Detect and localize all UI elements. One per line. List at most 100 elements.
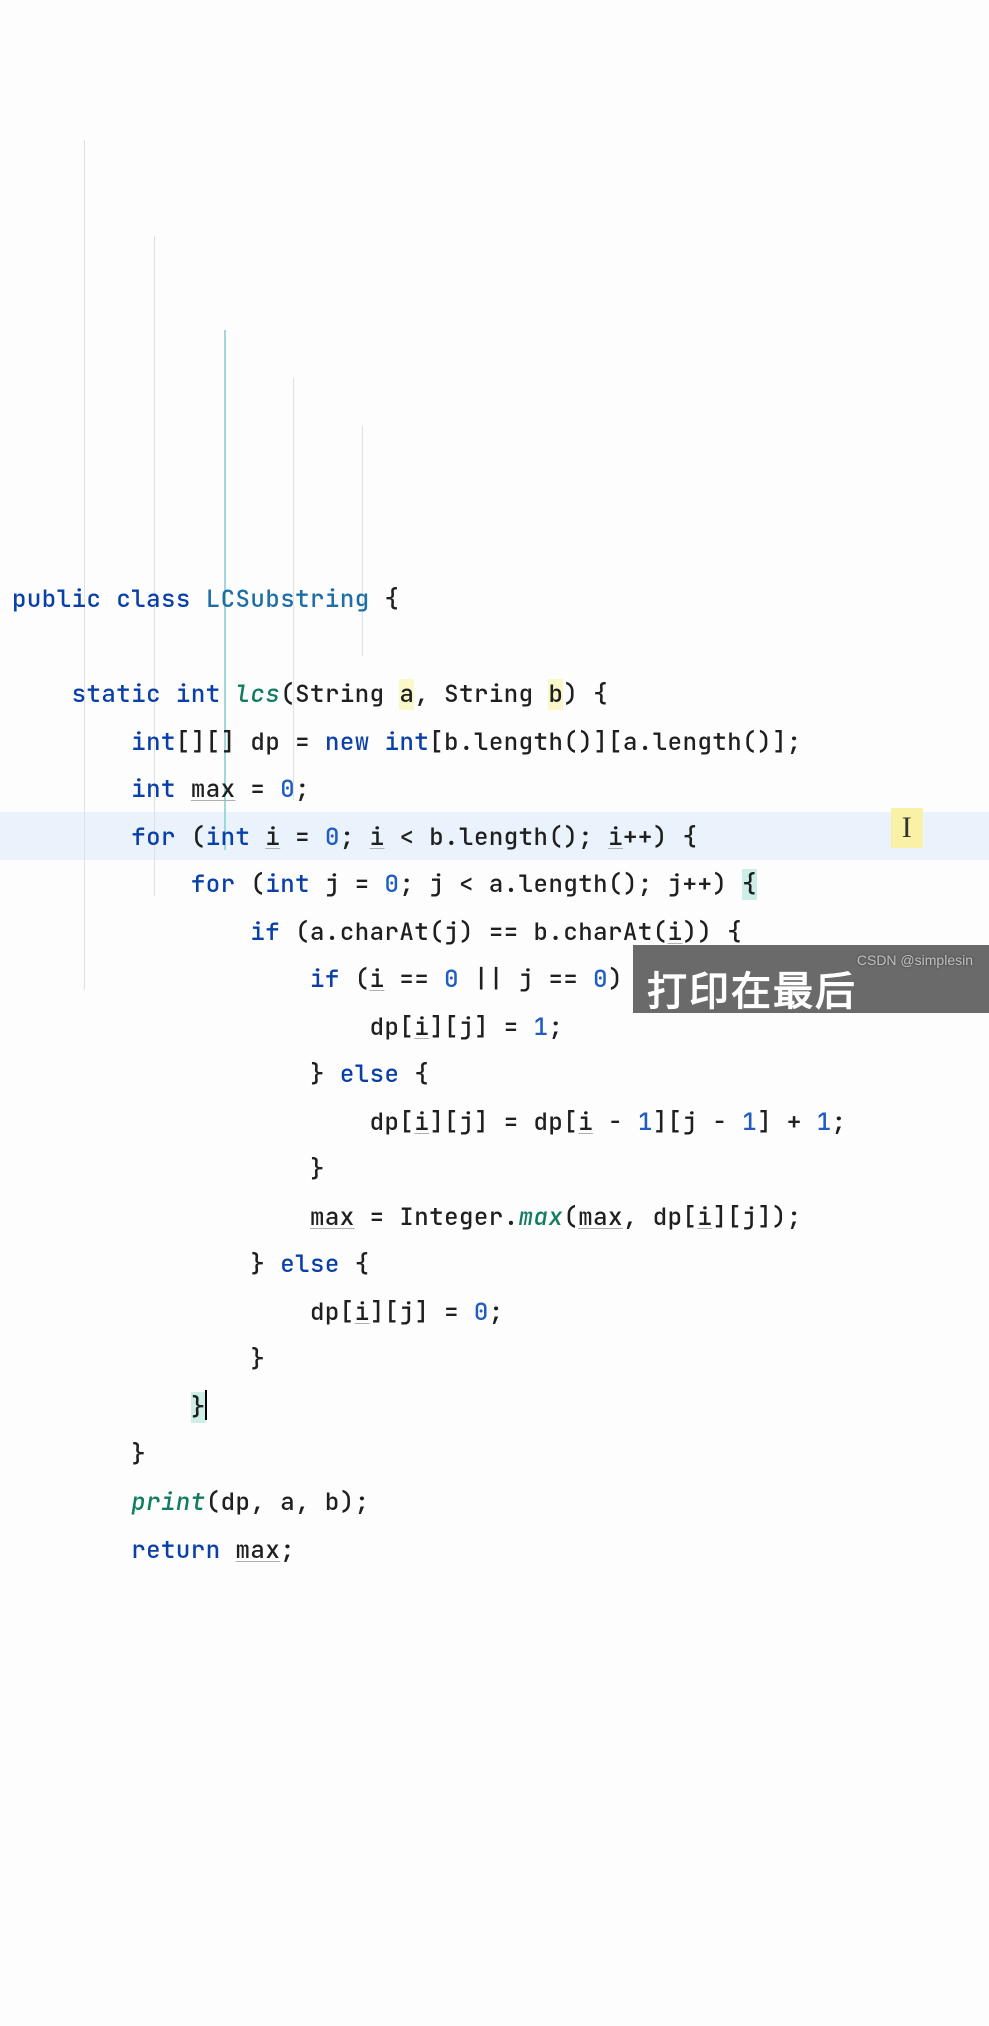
- eq: =: [340, 869, 385, 900]
- var-max: max: [236, 1535, 281, 1566]
- brace-hl: {: [742, 869, 757, 900]
- expr: ][j] =: [370, 1297, 474, 1328]
- kw-else: else: [280, 1249, 340, 1280]
- watermark-text: CSDN @simplesin: [857, 947, 973, 975]
- arr: [][]: [176, 727, 236, 758]
- kw-static: static: [72, 679, 161, 710]
- param-b: b: [548, 679, 563, 710]
- eq: = Integer.: [355, 1202, 519, 1233]
- inc: ++) {: [623, 822, 698, 853]
- expr: dp[: [370, 1107, 415, 1138]
- param-a: a: [399, 679, 414, 710]
- var-max: max: [310, 1202, 355, 1233]
- semi: ;: [832, 1107, 847, 1138]
- text-caret: [205, 1390, 207, 1420]
- eq: =: [250, 774, 280, 805]
- expr: -: [593, 1107, 638, 1138]
- args: (dp, a, b);: [206, 1487, 370, 1518]
- kw-int: int: [131, 727, 176, 758]
- expr: ] +: [757, 1107, 817, 1138]
- expr: , dp[: [623, 1202, 698, 1233]
- var-i: i: [414, 1012, 429, 1043]
- kw-public: public: [12, 584, 101, 615]
- brace: }: [310, 1059, 325, 1090]
- var-i: i: [370, 964, 385, 995]
- var-i: i: [370, 822, 385, 853]
- expr: dp[: [370, 1012, 415, 1043]
- num-0: 0: [593, 964, 608, 995]
- type-string: String: [444, 679, 533, 710]
- var-i: i: [668, 917, 683, 948]
- semi: ;: [295, 774, 310, 805]
- kw-else: else: [340, 1059, 400, 1090]
- expr: ][j -: [653, 1107, 742, 1138]
- semi: ;: [280, 1535, 295, 1566]
- ibeam-cursor-icon: I: [891, 808, 923, 848]
- brace: }: [250, 1249, 265, 1280]
- type-string: String: [295, 679, 384, 710]
- var-max: max: [578, 1202, 623, 1233]
- num-0: 0: [280, 774, 295, 805]
- kw-for: for: [191, 869, 236, 900]
- var-i: i: [697, 1202, 712, 1233]
- class-name: LCSubstring: [206, 584, 370, 615]
- method-name-lcs: lcs: [236, 679, 281, 710]
- var-i: i: [265, 822, 280, 853]
- paren: (: [250, 869, 265, 900]
- eq: =: [295, 727, 310, 758]
- var-i: i: [578, 1107, 593, 1138]
- or: || j ==: [459, 964, 593, 995]
- brace: {: [355, 1249, 370, 1280]
- kw-int: int: [265, 869, 310, 900]
- num-0: 0: [325, 822, 340, 853]
- code-editor[interactable]: public class LCSubstring { static int lc…: [12, 576, 989, 1574]
- paren: (: [563, 1202, 578, 1233]
- expr: dp[: [310, 1297, 355, 1328]
- sig-close: ) {: [563, 679, 608, 710]
- expr: (a.charAt(j) == b.charAt(: [280, 917, 667, 948]
- comma: ,: [414, 679, 429, 710]
- expr: ][j] = dp[: [429, 1107, 578, 1138]
- num-0: 0: [474, 1297, 489, 1328]
- kw-if: if: [250, 917, 280, 948]
- method-print: print: [131, 1487, 206, 1518]
- paren: (: [191, 822, 206, 853]
- var-i: i: [414, 1107, 429, 1138]
- var-j: j: [325, 869, 340, 900]
- sep: ;: [340, 822, 370, 853]
- expr-dims: [b.length()][a.length()];: [429, 727, 802, 758]
- close: ][j]);: [712, 1202, 801, 1233]
- kw-for: for: [131, 822, 176, 853]
- brace: {: [414, 1059, 429, 1090]
- cond: ; j < a.length(); j++): [399, 869, 742, 900]
- kw-new: new: [325, 727, 370, 758]
- var-max: max: [191, 774, 236, 805]
- num-0: 0: [385, 869, 400, 900]
- num-1: 1: [742, 1107, 757, 1138]
- kw-int: int: [206, 822, 251, 853]
- var-dp: dp: [250, 727, 280, 758]
- num-1: 1: [638, 1107, 653, 1138]
- cond: < b.length();: [385, 822, 609, 853]
- eq: =: [280, 822, 325, 853]
- var-i: i: [355, 1297, 370, 1328]
- brace-hl: }: [191, 1392, 206, 1423]
- kw-int: int: [176, 679, 221, 710]
- semi: ;: [489, 1297, 504, 1328]
- semi: ;: [548, 1012, 563, 1043]
- kw-int: int: [385, 727, 430, 758]
- expr: ][j] =: [429, 1012, 533, 1043]
- method-max: max: [519, 1202, 564, 1233]
- num-1: 1: [817, 1107, 832, 1138]
- paren: (: [340, 964, 370, 995]
- var-i: i: [608, 822, 623, 853]
- close: )) {: [683, 917, 743, 948]
- brace: }: [250, 1344, 265, 1375]
- brace: }: [310, 1154, 325, 1185]
- kw-if: if: [310, 964, 340, 995]
- kw-int: int: [131, 774, 176, 805]
- eqeq: ==: [385, 964, 445, 995]
- num-0: 0: [444, 964, 459, 995]
- brace: }: [131, 1439, 146, 1470]
- kw-class: class: [116, 584, 191, 615]
